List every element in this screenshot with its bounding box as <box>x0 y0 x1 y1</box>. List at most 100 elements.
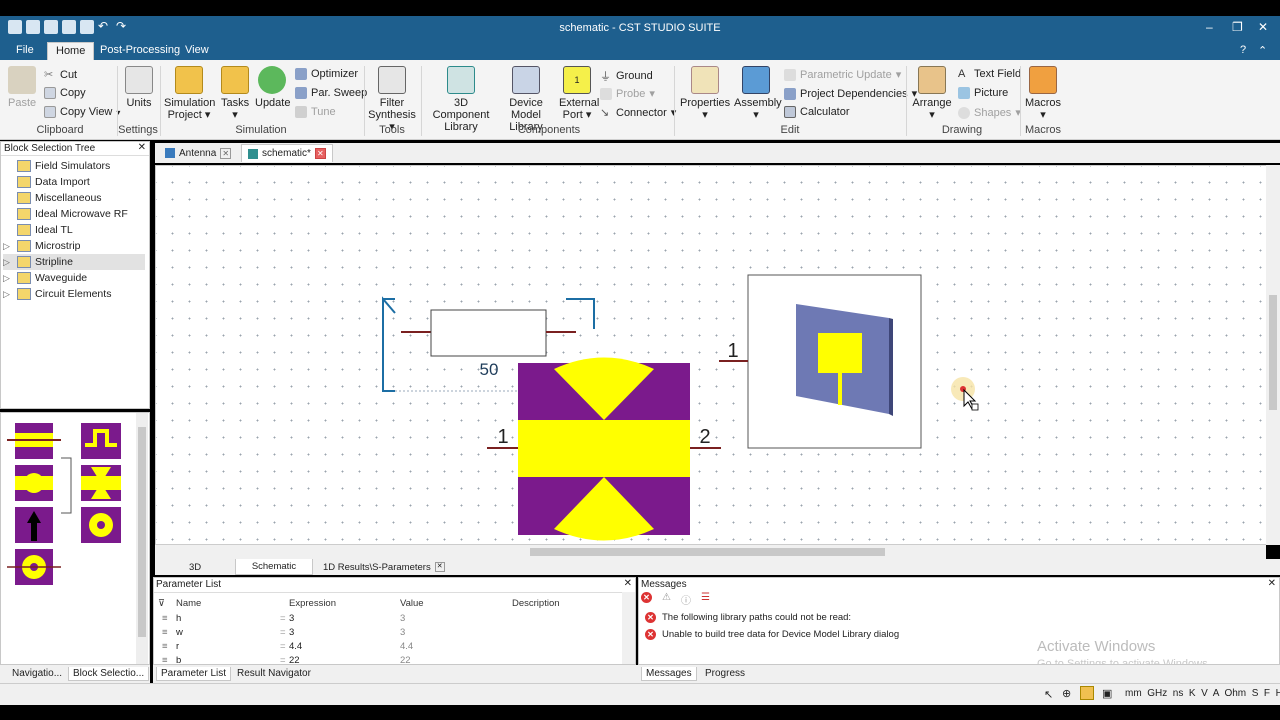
assembly-button[interactable]: Assembly ▾ <box>734 66 782 121</box>
filter-icon <box>378 66 406 94</box>
col-description[interactable]: Description <box>512 598 560 609</box>
col-value[interactable]: Value <box>400 598 424 609</box>
device-model-library-button[interactable]: Device Model Library <box>496 66 556 133</box>
expand-arrow-icon[interactable]: ▷ <box>3 289 13 300</box>
optimizer-button[interactable]: Optimizer <box>295 68 358 80</box>
simulation-project-button[interactable]: Simulation Project ▾ <box>164 66 215 121</box>
param-expression[interactable]: 3 <box>289 613 294 624</box>
tab-antenna[interactable]: Antenna ✕ <box>159 144 237 162</box>
tab-schematic[interactable]: schematic* ✕ <box>241 144 333 162</box>
param-expression[interactable]: 3 <box>289 627 294 638</box>
tab-block-selection[interactable]: Block Selectio... <box>68 667 150 681</box>
maximize-icon[interactable]: ❐ <box>1232 20 1243 34</box>
table-row[interactable]: ≡ r = 4.4 4.4 <box>154 640 622 654</box>
ribbon-collapse-icon[interactable]: ⌃ <box>1258 44 1267 57</box>
calculator-button[interactable]: Calculator <box>784 106 850 118</box>
close-icon[interactable]: ✕ <box>138 142 146 153</box>
picture-button[interactable]: Picture <box>958 87 1008 99</box>
tree-item[interactable]: ▷ Stripline <box>3 254 145 270</box>
col-expression[interactable]: Expression <box>289 598 336 609</box>
title-bar: ↶ ↷ schematic - CST STUDIO SUITE – ❐ ✕ <box>0 16 1280 40</box>
tree-item[interactable]: Data Import <box>3 174 145 190</box>
stripline-cross-block[interactable] <box>487 357 721 541</box>
antenna-3d-block[interactable] <box>719 274 922 449</box>
horizontal-scrollbar[interactable] <box>155 545 1266 559</box>
tab-messages[interactable]: Messages <box>641 667 697 681</box>
cut-button[interactable]: ✂ Cut <box>44 68 77 82</box>
properties-button[interactable]: Properties ▾ <box>680 66 730 121</box>
close-tab-icon[interactable]: ✕ <box>220 147 232 159</box>
vertical-scrollbar[interactable] <box>1266 165 1280 545</box>
palette-symbol[interactable] <box>81 423 121 459</box>
tree-item[interactable]: ▷ Microstrip <box>3 238 145 254</box>
tab-navigation[interactable]: Navigatio... <box>8 667 66 680</box>
pointer-icon[interactable]: ↖ <box>1044 688 1053 701</box>
fit-icon[interactable]: ▣ <box>1102 687 1112 700</box>
pan-icon[interactable] <box>1080 686 1094 700</box>
expand-arrow-icon[interactable]: ▷ <box>3 257 13 268</box>
tab-view[interactable]: View <box>185 44 209 56</box>
clear-messages-icon[interactable]: ☰ <box>701 592 710 607</box>
palette-scrollbar[interactable] <box>136 413 148 664</box>
table-row[interactable]: ≡ h = 3 3 <box>154 612 622 626</box>
filter-icon[interactable]: ⊽ <box>158 598 165 609</box>
arrange-button[interactable]: Arrange ▾ <box>912 66 952 121</box>
expand-arrow-icon[interactable]: ▷ <box>3 241 13 252</box>
tune-button[interactable]: Tune <box>295 106 336 118</box>
probe-button[interactable]: Probe ▾ <box>600 87 655 100</box>
tab-progress[interactable]: Progress <box>701 667 749 680</box>
col-name[interactable]: Name <box>176 598 201 609</box>
tab-3d[interactable]: 3D <box>183 559 207 575</box>
paste-button[interactable]: Paste <box>8 66 36 109</box>
error-filter-icon[interactable]: ✕ <box>641 592 652 603</box>
update-button[interactable]: Update <box>255 66 290 109</box>
minimize-icon[interactable]: – <box>1206 20 1213 34</box>
tab-parameter-list[interactable]: Parameter List <box>156 667 232 681</box>
connector-button[interactable]: ↘Connector ▾ <box>600 106 676 120</box>
param-expression[interactable]: 4.4 <box>289 641 302 652</box>
tree-item-label: Waveguide <box>35 272 88 284</box>
tree-item[interactable]: ▷ Waveguide <box>3 270 145 286</box>
tab-file[interactable]: File <box>16 44 34 56</box>
macros-button[interactable]: Macros ▾ <box>1024 66 1062 121</box>
table-row[interactable]: ≡ w = 3 3 <box>154 626 622 640</box>
text-field-button[interactable]: A Text Field <box>958 68 1021 80</box>
tree-item[interactable]: ▷ Circuit Elements <box>3 286 145 302</box>
units-display[interactable]: mm GHz ns K V A Ohm S F H <box>1125 688 1280 699</box>
close-icon[interactable]: ✕ <box>1268 578 1276 589</box>
3d-component-library-button[interactable]: 3D Component Library <box>426 66 496 133</box>
schematic-canvas[interactable]: 50 1 2 1 <box>155 165 1267 545</box>
tree-item[interactable]: Ideal TL <box>3 222 145 238</box>
expand-arrow-icon[interactable]: ▷ <box>3 273 13 284</box>
folder-icon <box>17 272 31 284</box>
project-dependencies-button[interactable]: Project Dependencies ▾ <box>784 87 917 100</box>
tree-item[interactable]: Miscellaneous <box>3 190 145 206</box>
copy-view-button[interactable]: Copy View ▾ <box>44 106 120 118</box>
ground-button[interactable]: ⏚ Ground <box>600 68 653 84</box>
tree-item[interactable]: Field Simulators <box>3 158 145 174</box>
tab-1d-results[interactable]: 1D Results\S-Parameters ✕ <box>317 559 451 575</box>
copy-button[interactable]: Copy <box>44 87 86 99</box>
param-scrollbar[interactable] <box>622 592 635 664</box>
tab-result-navigator[interactable]: Result Navigator <box>233 667 315 680</box>
tab-schematic-view[interactable]: Schematic <box>235 559 313 575</box>
tasks-button[interactable]: Tasks ▾ <box>221 66 249 121</box>
close-tab-icon[interactable]: ✕ <box>314 148 326 159</box>
parametric-update-button[interactable]: Parametric Update ▾ <box>784 68 901 81</box>
tab-home[interactable]: Home <box>47 42 95 60</box>
par-sweep-button[interactable]: Par. Sweep <box>295 87 367 99</box>
external-port-button[interactable]: 1 External Port ▾ <box>559 66 599 121</box>
tree-item[interactable]: Ideal Microwave RF <box>3 206 145 222</box>
ribbon-separator <box>906 66 907 136</box>
units-button[interactable]: Units <box>124 66 154 109</box>
tab-post-processing[interactable]: Post-Processing <box>100 44 180 56</box>
close-icon[interactable]: ✕ <box>624 578 632 589</box>
shapes-button[interactable]: Shapes ▾ <box>958 106 1021 119</box>
warning-filter-icon[interactable]: ⚠ <box>662 592 671 607</box>
info-filter-icon[interactable]: ⓘ <box>681 592 691 607</box>
close-tab-icon[interactable]: ✕ <box>434 562 445 572</box>
zoom-icon[interactable]: ⊕ <box>1062 687 1071 700</box>
close-icon[interactable]: ✕ <box>1258 20 1268 34</box>
help-icon[interactable]: ? <box>1240 44 1246 56</box>
filter-synthesis-button[interactable]: Filter Synthesis ▾ <box>368 66 416 133</box>
